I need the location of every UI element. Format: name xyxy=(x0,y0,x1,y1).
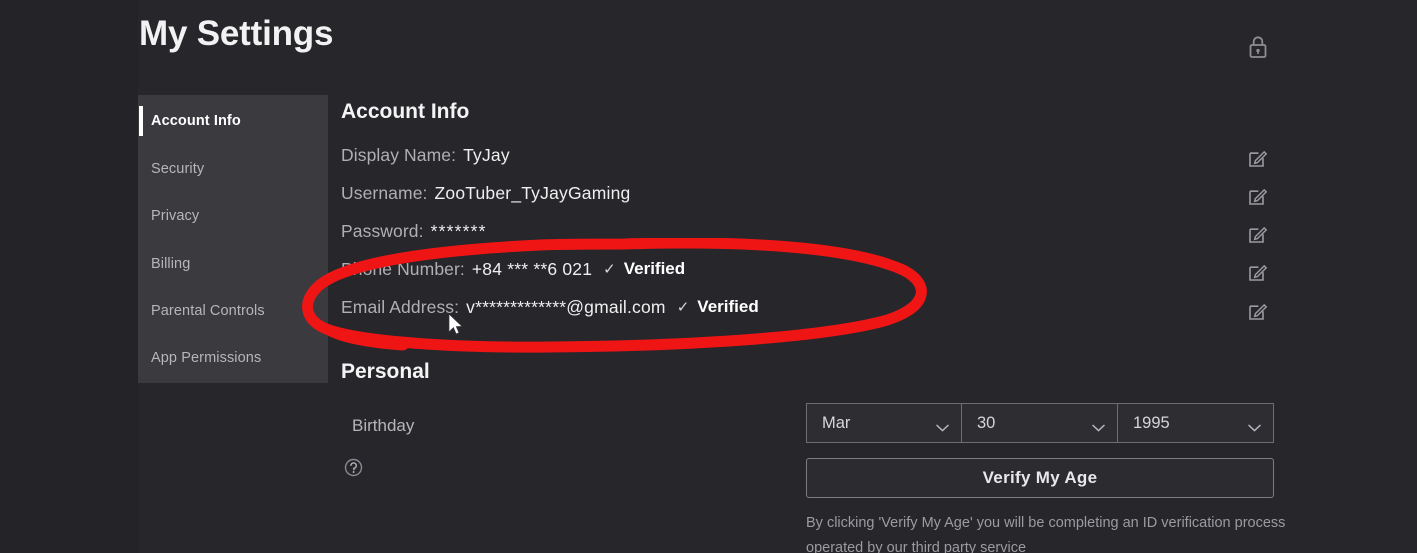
phone-verified-badge: ✓ Verified xyxy=(603,259,685,279)
birthday-year-select[interactable]: 1995 xyxy=(1118,403,1274,443)
sidebar-item-billing[interactable]: Billing xyxy=(138,249,328,279)
birthday-month-select[interactable]: Mar xyxy=(806,403,962,443)
check-icon: ✓ xyxy=(603,261,616,278)
chevron-down-icon xyxy=(1092,419,1105,432)
password-row: Password: ******* xyxy=(341,218,487,244)
username-label: Username: xyxy=(341,182,428,203)
sidebar-item-app-permissions[interactable]: App Permissions xyxy=(138,343,328,373)
edit-icon-display-name[interactable] xyxy=(1248,148,1268,168)
page-title: My Settings xyxy=(139,14,334,53)
email-address-value: v*************@gmail.com xyxy=(466,296,666,317)
username-value: ZooTuber_TyJayGaming xyxy=(434,182,631,203)
edit-icon-password[interactable] xyxy=(1248,224,1268,244)
account-info-heading: Account Info xyxy=(341,100,470,123)
birthday-month-value: Mar xyxy=(822,413,851,432)
phone-number-value: +84 *** **6 021 xyxy=(471,258,593,279)
sidebar-item-label: App Permissions xyxy=(151,350,262,366)
birthday-selects: Mar 30 1995 xyxy=(806,403,1274,443)
sidebar-item-label: Privacy xyxy=(151,208,200,224)
password-value: ******* xyxy=(430,220,487,241)
lock-icon[interactable] xyxy=(1245,33,1271,61)
age-verification-disclaimer: By clicking 'Verify My Age' you will be … xyxy=(806,515,1286,553)
display-name-label: Display Name: xyxy=(341,144,457,165)
email-verified-label: Verified xyxy=(697,297,759,316)
birthday-day-select[interactable]: 30 xyxy=(962,403,1118,443)
email-verified-badge: ✓ Verified xyxy=(677,297,759,317)
email-address-row: Email Address: v*************@gmail.com … xyxy=(341,294,759,320)
email-address-label: Email Address: xyxy=(341,296,460,317)
active-indicator xyxy=(139,106,143,136)
edit-icon-username[interactable] xyxy=(1248,186,1268,206)
phone-number-label: Phone Number: xyxy=(341,258,465,279)
edit-icon-email-address[interactable] xyxy=(1248,301,1268,321)
phone-verified-label: Verified xyxy=(623,259,686,278)
birthday-label: Birthday xyxy=(352,416,415,435)
sidebar-item-label: Security xyxy=(151,161,205,177)
chevron-down-icon xyxy=(936,419,949,432)
verify-my-age-label: Verify My Age xyxy=(982,468,1098,487)
sidebar-item-parental-controls[interactable]: Parental Controls xyxy=(138,296,328,326)
birthday-year-value: 1995 xyxy=(1133,413,1170,432)
sidebar-item-security[interactable]: Security xyxy=(138,154,328,184)
mouse-cursor xyxy=(448,313,464,337)
sidebar-item-account-info[interactable]: Account Info xyxy=(138,106,328,136)
left-gutter xyxy=(0,0,138,553)
display-name-value: TyJay xyxy=(463,144,510,165)
settings-sidebar: Account Info Security Privacy Billing Pa… xyxy=(138,95,328,383)
verify-my-age-button[interactable]: Verify My Age xyxy=(806,458,1274,498)
sidebar-item-label: Parental Controls xyxy=(151,303,265,319)
password-label: Password: xyxy=(341,220,424,241)
sidebar-item-privacy[interactable]: Privacy xyxy=(138,201,328,231)
username-row: Username: ZooTuber_TyJayGaming xyxy=(341,180,630,206)
edit-icon-phone-number[interactable] xyxy=(1248,262,1268,282)
sidebar-item-label: Account Info xyxy=(151,113,241,129)
help-circle-icon[interactable] xyxy=(344,458,363,477)
display-name-row: Display Name: TyJay xyxy=(341,142,510,168)
chevron-down-icon xyxy=(1248,419,1261,432)
settings-screen: My Settings Account Info Security Privac… xyxy=(0,0,1417,553)
phone-number-row: Phone Number: +84 *** **6 021 ✓ Verified xyxy=(341,256,685,282)
personal-heading: Personal xyxy=(341,360,430,383)
birthday-day-value: 30 xyxy=(977,413,996,432)
check-icon: ✓ xyxy=(676,299,690,316)
sidebar-item-label: Billing xyxy=(151,256,191,272)
